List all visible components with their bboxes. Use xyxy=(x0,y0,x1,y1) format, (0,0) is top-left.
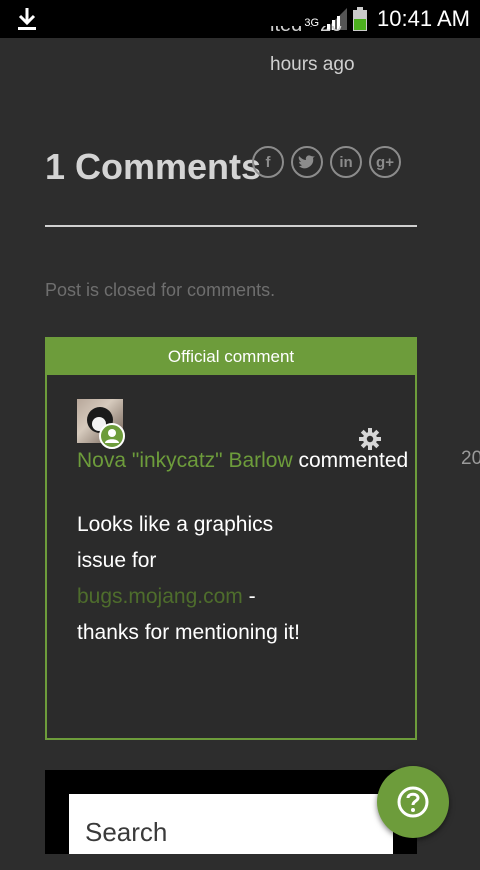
bugs-mojang-link[interactable]: bugs.mojang.com xyxy=(77,585,243,608)
search-panel: Search xyxy=(45,770,417,854)
comment-text-part1: Looks like a graphics issue for xyxy=(77,513,274,572)
agent-badge-icon xyxy=(99,423,125,449)
comment-author-link[interactable]: Nova "inkycatz" Barlow xyxy=(77,449,293,472)
search-input[interactable]: Search xyxy=(69,794,393,854)
help-button[interactable] xyxy=(377,766,449,838)
status-bar: 3G 10:41 AM xyxy=(0,0,480,38)
googleplus-icon[interactable]: g+ xyxy=(369,146,401,178)
facebook-icon[interactable]: f xyxy=(252,146,284,178)
gear-icon[interactable] xyxy=(358,427,382,451)
comment-body: Looks like a graphics issue for bugs.moj… xyxy=(77,507,317,651)
post-time-ago: hours ago xyxy=(270,54,355,75)
comments-closed-note: Post is closed for comments. xyxy=(45,280,276,300)
linkedin-icon[interactable]: in xyxy=(330,146,362,178)
clock: 10:41 AM xyxy=(377,6,470,31)
official-comment-banner: Official comment xyxy=(47,339,415,375)
battery-icon xyxy=(353,7,368,31)
comment-date: 20 xyxy=(461,448,480,469)
download-icon xyxy=(18,8,36,30)
comment-action-text: commented xyxy=(298,449,409,472)
twitter-icon[interactable] xyxy=(291,146,323,178)
comment-author-line: Nova "inkycatz" Barlow commented xyxy=(77,449,408,473)
divider xyxy=(45,225,417,227)
help-icon xyxy=(397,786,429,818)
comments-title: 1 Comments xyxy=(45,146,262,187)
official-comment-card: Official comment Nova "inkycatz" Barlow … xyxy=(45,337,417,740)
post-meta-cut: ited · 20 xyxy=(270,26,342,38)
share-buttons: f in g+ xyxy=(252,146,401,178)
